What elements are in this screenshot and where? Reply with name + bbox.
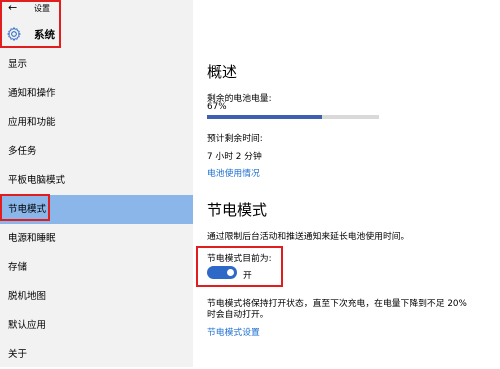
sidebar-item-offline-maps[interactable]: 脱机地图 bbox=[0, 282, 193, 311]
sidebar-item-tablet-mode[interactable]: 平板电脑模式 bbox=[0, 166, 193, 195]
battery-saver-settings-link[interactable]: 节电模式设置 bbox=[207, 325, 260, 338]
battery-progress-fill bbox=[207, 115, 323, 119]
sidebar-item-display[interactable]: 显示 bbox=[0, 50, 193, 79]
battery-saver-description: 通过限制后台活动和推送通知来延长电池使用时间。 bbox=[207, 232, 410, 242]
highlight-box-toggle bbox=[196, 246, 283, 287]
highlight-box-nav bbox=[0, 194, 50, 221]
remaining-time-label: 预计剩余时间: bbox=[207, 134, 263, 144]
sidebar-item-notifications[interactable]: 通知和操作 bbox=[0, 79, 193, 108]
sidebar-item-power-sleep[interactable]: 电源和睡眠 bbox=[0, 224, 193, 253]
overview-title: 概述 bbox=[207, 63, 238, 81]
main-content: 概述 剩余的电池电量: 67% 预计剩余时间: 7 小时 2 分钟 电池使用情况… bbox=[193, 0, 500, 367]
sidebar-item-about[interactable]: 关于 bbox=[0, 340, 193, 369]
battery-saver-title: 节电模式 bbox=[207, 201, 268, 219]
remaining-time-value: 7 小时 2 分钟 bbox=[207, 152, 262, 162]
sidebar-item-storage[interactable]: 存储 bbox=[0, 253, 193, 282]
battery-percent: 67% bbox=[207, 102, 227, 112]
sidebar-item-default-apps[interactable]: 默认应用 bbox=[0, 311, 193, 340]
highlight-box-header bbox=[0, 0, 61, 48]
battery-progress-bar bbox=[207, 115, 379, 119]
sidebar-item-apps[interactable]: 应用和功能 bbox=[0, 108, 193, 137]
battery-usage-link[interactable]: 电池使用情况 bbox=[207, 166, 260, 179]
auto-on-note-line2: 时会自动打开。 bbox=[207, 310, 269, 320]
sidebar-item-multitasking[interactable]: 多任务 bbox=[0, 137, 193, 166]
sidebar: ← 设置 系统 显示 通知和操作 应用和功能 多任务 平板电脑模式 节电模式 电… bbox=[0, 0, 193, 367]
